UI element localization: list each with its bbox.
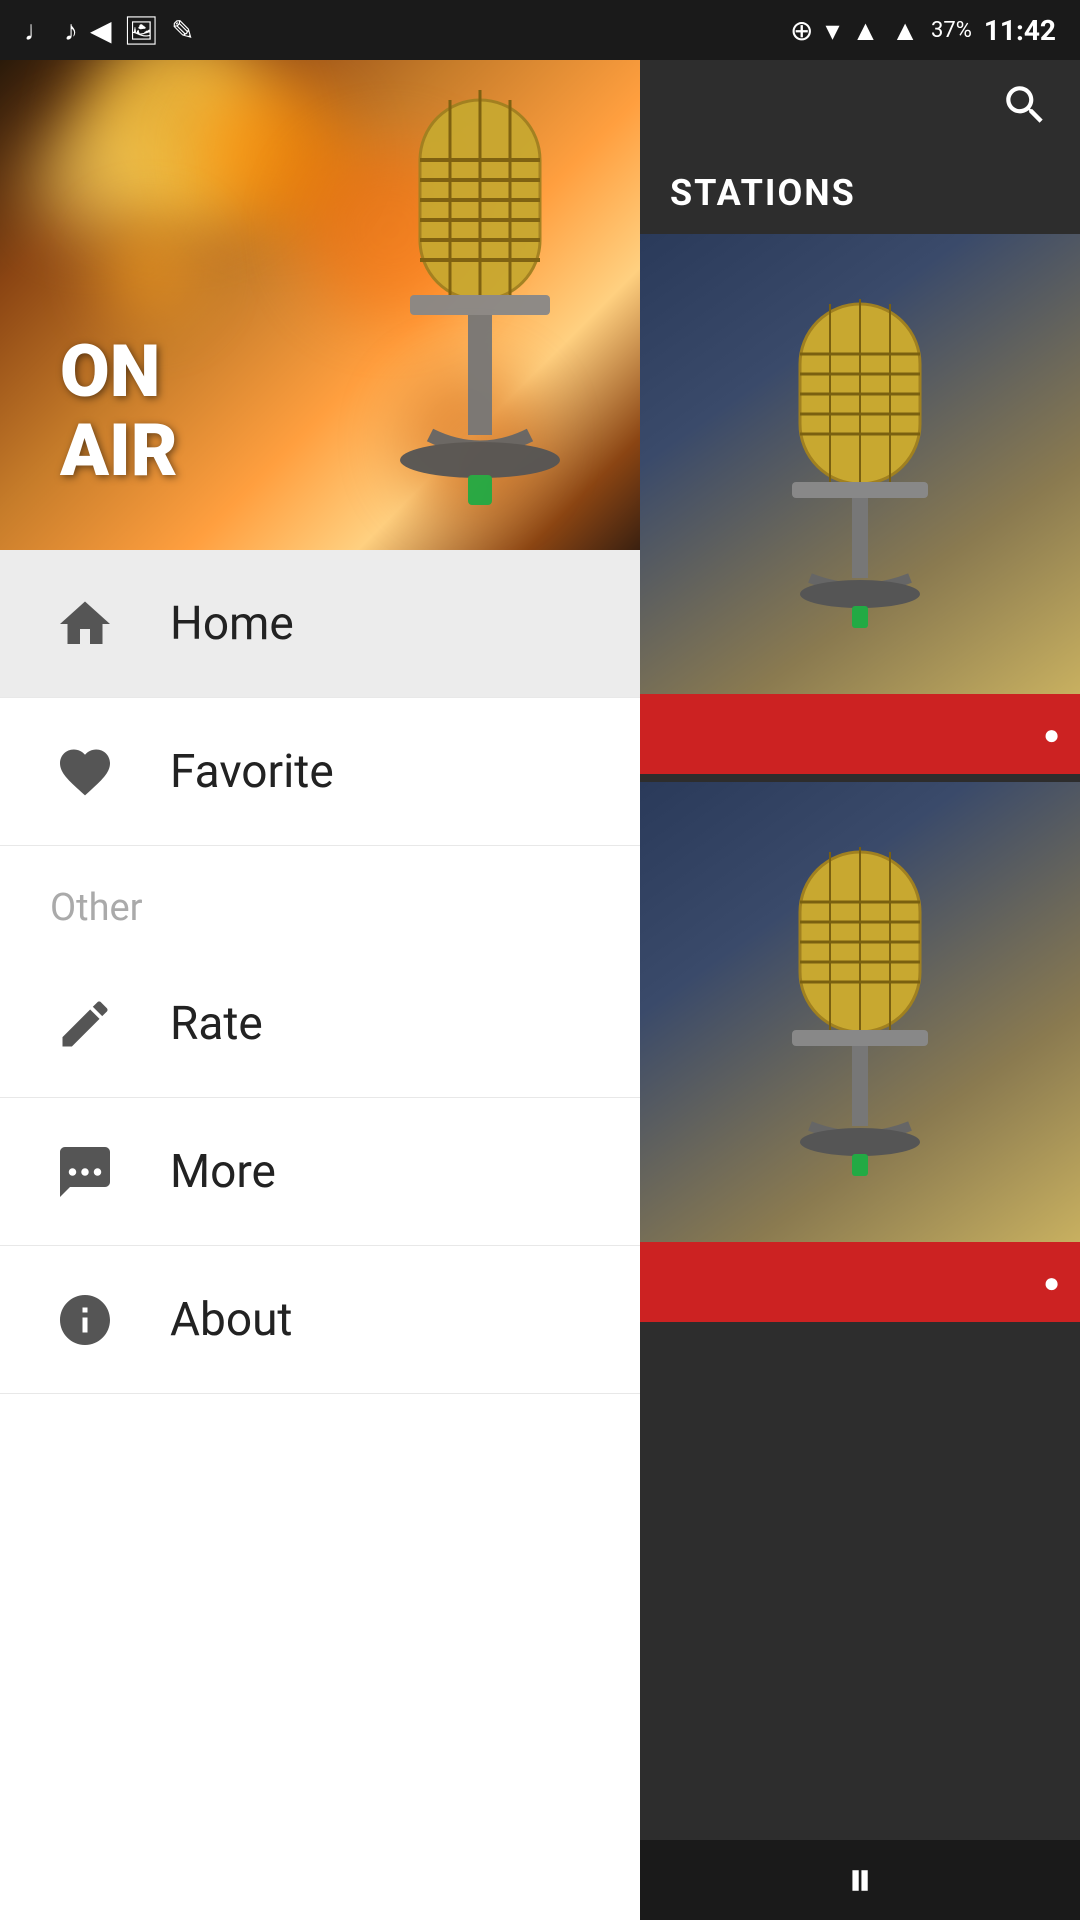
nav-item-favorite[interactable]: Favorite (0, 698, 640, 846)
station-mic-2-icon (770, 842, 950, 1182)
right-panel: STATIONS (640, 60, 1080, 1920)
music-note-2-icon: ♪ (64, 14, 78, 47)
favorite-label: Favorite (170, 745, 334, 799)
about-label: About (170, 1293, 292, 1347)
right-panel-header (640, 60, 1080, 162)
nav-item-rate[interactable]: Rate (0, 950, 640, 1098)
battery-indicator: 37% (931, 18, 972, 43)
image-icon: 🖼 (124, 14, 160, 47)
more-label: More (170, 1145, 276, 1199)
music-note-1-icon: ♩ (24, 14, 52, 47)
add-circle-icon: ⊕ (790, 14, 813, 47)
other-section-header: Other (0, 846, 640, 950)
home-icon (50, 589, 120, 659)
nav-item-more[interactable]: More (0, 1098, 640, 1246)
nav-item-about[interactable]: About (0, 1246, 640, 1394)
station-card-2[interactable]: ● (640, 782, 1080, 1322)
station-card-2-bar: ● (640, 1242, 1080, 1322)
nav-item-home[interactable]: Home (0, 550, 640, 698)
search-button[interactable] (1000, 80, 1050, 142)
main-layout: ON AIR Home Favori (0, 60, 1080, 1920)
rate-icon (50, 989, 120, 1059)
station-card-1[interactable]: ● (640, 234, 1080, 774)
hero-banner: ON AIR (0, 60, 640, 550)
status-bar-right: ⊕ ▾ ▲ ▲ 37% 11:42 (790, 14, 1056, 47)
bottom-player-bar[interactable]: ⏸ (640, 1840, 1080, 1920)
home-label: Home (170, 597, 294, 651)
signal-1-icon: ▲ (852, 14, 880, 47)
status-bar-left: ♩ ♪ ◀ 🖼 ✎ (24, 14, 195, 47)
on-air-text: ON AIR (60, 332, 178, 490)
info-icon (50, 1285, 120, 1355)
station-card-1-bg (640, 234, 1080, 694)
wifi-icon: ▾ (826, 14, 840, 47)
status-time: 11:42 (984, 14, 1056, 47)
hero-microphone-icon (360, 80, 600, 540)
drawer: ON AIR Home Favori (0, 60, 640, 1920)
signal-2-icon: ▲ (891, 14, 919, 47)
rate-label: Rate (170, 997, 263, 1051)
back-arrow-icon: ◀ (90, 14, 112, 47)
more-icon (50, 1137, 120, 1207)
stations-label: STATIONS (640, 162, 1080, 234)
heart-icon (50, 737, 120, 807)
station-card-2-bg (640, 782, 1080, 1242)
station-card-1-bar: ● (640, 694, 1080, 774)
pause-button[interactable]: ⏸ (848, 1851, 873, 1909)
status-bar: ♩ ♪ ◀ 🖼 ✎ ⊕ ▾ ▲ ▲ 37% 11:42 (0, 0, 1080, 60)
station-mic-1-icon (770, 294, 950, 634)
edit-icon: ✎ (171, 14, 194, 47)
nav-menu: Home Favorite Other (0, 550, 640, 1920)
